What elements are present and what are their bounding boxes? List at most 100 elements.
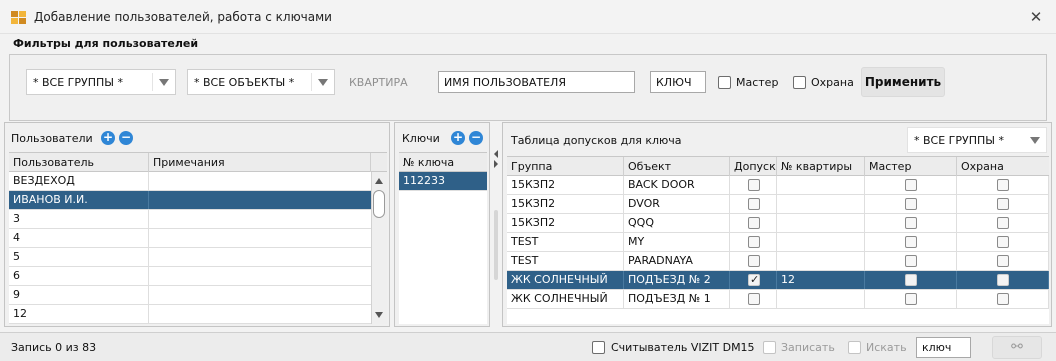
table-row[interactable]: 5 (9, 248, 371, 267)
user-name-cell[interactable]: 5 (9, 248, 149, 266)
key-search-input[interactable]: ключ (916, 337, 971, 358)
apply-button[interactable]: Применить (861, 67, 945, 97)
user-name-cell[interactable]: ВЕЗДЕХОД (9, 172, 149, 190)
master-checkbox[interactable] (905, 255, 917, 267)
apartment-cell[interactable] (777, 176, 865, 194)
user-notes-cell[interactable] (149, 305, 371, 323)
guard-checkbox[interactable] (997, 217, 1009, 229)
table-row[interactable]: ИВАНОВ И.И. (9, 191, 371, 210)
object-cell[interactable]: QQQ (624, 214, 730, 232)
group-cell[interactable]: ЖК СОЛНЕЧНЫЙ (507, 290, 624, 308)
master-checkbox[interactable] (905, 179, 917, 191)
access-checkbox[interactable] (748, 273, 760, 286)
column-header-key-number[interactable]: № ключа (399, 153, 487, 172)
group-cell[interactable]: 15КЗП2 (507, 195, 624, 213)
user-notes-cell[interactable] (149, 210, 371, 228)
table-row[interactable]: 3 (9, 210, 371, 229)
user-name-cell[interactable]: 4 (9, 229, 149, 247)
user-name-cell[interactable]: 12 (9, 305, 149, 323)
object-cell[interactable]: MY (624, 233, 730, 251)
apartment-cell[interactable] (777, 252, 865, 270)
column-header-group[interactable]: Группа (507, 157, 624, 176)
guard-checkbox[interactable] (997, 293, 1009, 305)
master-checkbox[interactable] (905, 217, 917, 229)
search-checkbox[interactable] (848, 341, 861, 354)
scroll-thumb[interactable] (373, 190, 385, 218)
remove-user-icon[interactable]: − (119, 131, 133, 145)
column-header-guard[interactable]: Охрана (957, 157, 1049, 176)
user-notes-cell[interactable] (149, 267, 371, 285)
apartment-cell[interactable] (777, 233, 865, 251)
master-checkbox[interactable] (905, 236, 917, 248)
link-icon[interactable]: ⚯ (992, 336, 1042, 359)
guard-checkbox[interactable] (997, 179, 1009, 191)
user-name-cell[interactable]: 3 (9, 210, 149, 228)
access-checkbox[interactable] (748, 217, 760, 229)
table-row[interactable]: ВЕЗДЕХОД (9, 172, 371, 191)
object-cell[interactable]: DVOR (624, 195, 730, 213)
user-name-cell[interactable]: 6 (9, 267, 149, 285)
table-row[interactable]: 12 (9, 305, 371, 324)
apartment-cell[interactable] (777, 290, 865, 308)
column-header-access[interactable]: Допуск (730, 157, 777, 176)
scroll-down-icon[interactable] (375, 312, 383, 318)
table-row[interactable]: 6 (9, 267, 371, 286)
groups-filter-select[interactable]: * ВСЕ ГРУППЫ * (26, 69, 176, 95)
close-icon[interactable]: ✕ (1016, 0, 1056, 34)
user-notes-cell[interactable] (149, 286, 371, 304)
access-checkbox[interactable] (748, 236, 760, 248)
access-row[interactable]: ЖК СОЛНЕЧНЫЙПОДЪЕЗД № 2 12 (507, 271, 1049, 290)
splitter-handle[interactable] (494, 210, 498, 280)
scroll-up-icon[interactable] (375, 178, 383, 184)
group-cell[interactable]: ЖК СОЛНЕЧНЫЙ (507, 271, 624, 289)
object-cell[interactable]: BACK DOOR (624, 176, 730, 194)
access-groups-select[interactable]: * ВСЕ ГРУППЫ * (907, 127, 1047, 153)
access-row[interactable]: ЖК СОЛНЕЧНЫЙ ПОДЪЕЗД № 1 (507, 290, 1049, 309)
guard-checkbox[interactable] (997, 255, 1009, 267)
access-checkbox[interactable] (748, 179, 760, 191)
column-header-user[interactable]: Пользователь (9, 153, 149, 172)
object-cell[interactable]: ПОДЪЕЗД № 2 (624, 271, 730, 289)
master-filter-checkbox[interactable] (718, 76, 731, 89)
access-checkbox[interactable] (748, 255, 760, 267)
collapse-arrow-icon[interactable] (494, 150, 498, 168)
access-checkbox[interactable] (748, 198, 760, 210)
user-notes-cell[interactable] (149, 172, 371, 190)
guard-filter-checkbox[interactable] (793, 76, 806, 89)
write-checkbox[interactable] (763, 341, 776, 354)
guard-checkbox[interactable] (997, 274, 1009, 286)
add-key-icon[interactable]: + (451, 131, 465, 145)
object-cell[interactable]: ПОДЪЕЗД № 1 (624, 290, 730, 308)
apartment-cell[interactable] (777, 214, 865, 232)
key-filter-input[interactable]: КЛЮЧ (650, 71, 706, 93)
user-notes-cell[interactable] (149, 229, 371, 247)
group-cell[interactable]: 15КЗП2 (507, 176, 624, 194)
apartment-cell[interactable] (777, 195, 865, 213)
access-row[interactable]: TEST PARADNAYA (507, 252, 1049, 271)
group-cell[interactable]: TEST (507, 233, 624, 251)
group-cell[interactable]: TEST (507, 252, 624, 270)
user-notes-cell[interactable] (149, 191, 371, 209)
column-header-object[interactable]: Объект (624, 157, 730, 176)
access-row[interactable]: TEST MY (507, 233, 1049, 252)
apartment-cell[interactable]: 12 (777, 271, 865, 289)
reader-checkbox[interactable] (592, 341, 605, 354)
table-row[interactable]: 9 (9, 286, 371, 305)
access-row[interactable]: 15КЗП2 BACK DOOR (507, 176, 1049, 195)
objects-filter-select[interactable]: * ВСЕ ОБЪЕКТЫ * (187, 69, 335, 95)
user-name-cell[interactable]: 9 (9, 286, 149, 304)
user-name-cell[interactable]: ИВАНОВ И.И. (9, 191, 149, 209)
guard-checkbox[interactable] (997, 198, 1009, 210)
master-checkbox[interactable] (905, 198, 917, 210)
key-row[interactable]: 112233 (399, 172, 487, 191)
access-row[interactable]: 15КЗП2 DVOR (507, 195, 1049, 214)
column-header-notes[interactable]: Примечания (149, 153, 371, 172)
access-checkbox[interactable] (748, 293, 760, 305)
key-number-cell[interactable]: 112233 (399, 172, 487, 189)
group-cell[interactable]: 15КЗП2 (507, 214, 624, 232)
object-cell[interactable]: PARADNAYA (624, 252, 730, 270)
apartment-filter[interactable]: КВАРТИРА (349, 76, 408, 89)
master-checkbox[interactable] (905, 293, 917, 305)
remove-key-icon[interactable]: − (469, 131, 483, 145)
master-checkbox[interactable] (905, 274, 917, 286)
